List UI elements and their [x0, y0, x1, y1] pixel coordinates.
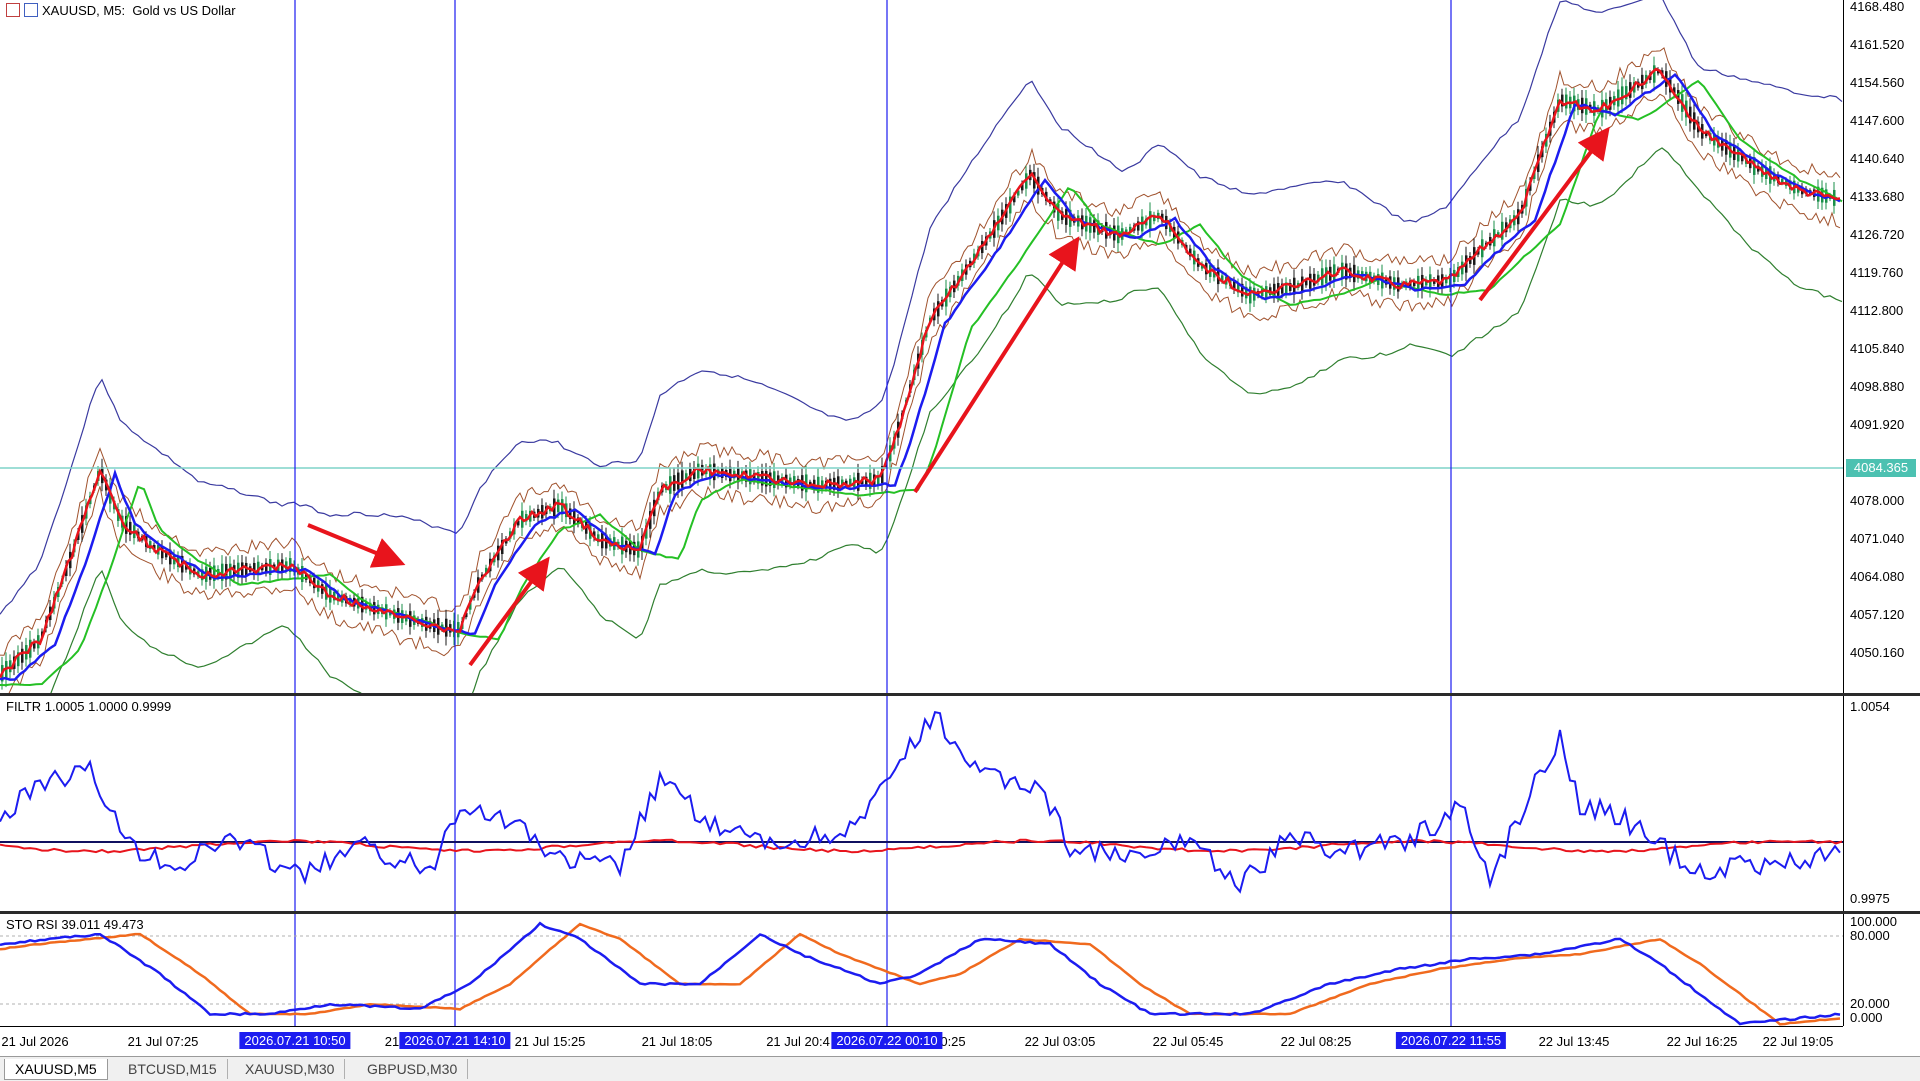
tab-gbpusd-m30[interactable]: GBPUSD,M30 — [357, 1059, 469, 1079]
price-tick-label: 4126.720 — [1850, 227, 1905, 242]
candle-body — [21, 648, 24, 663]
time-axis[interactable]: 21 Jul 2026 21 Jul 07:25 21 21 Jul 15:25… — [0, 1026, 1843, 1057]
price-chart[interactable] — [0, 0, 1843, 693]
price-tick-label: 4105.840 — [1850, 341, 1905, 356]
candle-body — [1333, 264, 1336, 281]
trading-terminal: XAUUSD, M5: Gold vs US Dollar 4168.480 41… — [0, 0, 1920, 1081]
candle-body — [1621, 86, 1624, 105]
price-tick-label: 4168.480 — [1850, 0, 1905, 14]
candle-body — [1341, 262, 1344, 279]
sto-rsi-k-line — [0, 921, 1841, 1026]
candle-body — [1093, 220, 1096, 233]
tab-btcusd-m15[interactable]: BTCUSD,M15 — [118, 1059, 228, 1079]
trend-arrow — [307, 523, 406, 568]
time-label: 22 Jul 05:45 — [1152, 1034, 1224, 1049]
filtr-main-line — [0, 711, 1841, 894]
sto-rsi-pane[interactable]: STO RSI 39.011 49.473 — [0, 914, 1843, 1026]
time-label: 22 Jul 03:05 — [1024, 1034, 1096, 1049]
rsi-scale-0: 0.000 — [1850, 1010, 1883, 1025]
rsi-scale-20: 20.000 — [1850, 996, 1890, 1011]
filtr-label: FILTR 1.0005 1.0000 0.9999 — [6, 699, 172, 714]
candle-body — [321, 584, 324, 594]
session-marker-label: 2026.07.21 10:50 — [239, 1032, 351, 1049]
candle-body — [1565, 94, 1568, 109]
session-marker-label: 2026.07.22 11:55 — [1395, 1032, 1507, 1049]
envelope-lower — [8, 93, 1841, 693]
candle-body — [1149, 211, 1152, 229]
sto-rsi-scale[interactable]: 100.000 80.000 20.000 0.000 — [1843, 914, 1920, 1026]
time-label: 21 Jul 2026 — [1, 1034, 69, 1049]
main-chart-pane[interactable]: XAUUSD, M5: Gold vs US Dollar — [0, 0, 1843, 693]
price-tick-label: 4112.800 — [1850, 303, 1904, 318]
candle-body — [9, 660, 12, 673]
price-tick-label: 4161.520 — [1850, 37, 1905, 52]
price-tick-label: 4147.600 — [1850, 113, 1905, 128]
candle-body — [1737, 149, 1740, 162]
time-label: 22 Jul 16:25 — [1666, 1034, 1738, 1049]
sto-rsi-label: STO RSI 39.011 49.473 — [6, 917, 144, 932]
price-tick-label: 4057.120 — [1850, 607, 1905, 622]
slow-moving-average — [0, 79, 1843, 687]
filtr-scale[interactable]: 1.0054 0.9975 — [1843, 696, 1920, 911]
time-label: 0:25 — [940, 1034, 966, 1049]
price-tick-label: 4064.080 — [1850, 569, 1905, 584]
price-tick-label: 4154.560 — [1850, 75, 1905, 90]
tab-xauusd-m5[interactable]: XAUUSD,M5 — [4, 1059, 108, 1080]
candle-body — [1653, 65, 1656, 83]
candle-body — [697, 463, 700, 479]
price-tick-label: 4078.000 — [1850, 493, 1905, 508]
price-tick-label: 4050.160 — [1850, 645, 1905, 660]
fast-moving-average — [0, 67, 1841, 679]
time-label: 22 Jul 13:45 — [1538, 1034, 1610, 1049]
current-price-tag: 4084.365 — [1846, 459, 1916, 477]
filtr-scale-bottom: 0.9975 — [1850, 891, 1890, 906]
filtr-indicator-pane[interactable]: FILTR 1.0005 1.0000 0.9999 — [0, 696, 1843, 911]
sto-rsi-chart — [0, 914, 1843, 1026]
rsi-scale-100: 100.000 — [1850, 914, 1897, 929]
price-tick-label: 4133.680 — [1850, 189, 1905, 204]
filtr-chart — [0, 696, 1843, 911]
session-marker-label: 2026.07.21 14:10 — [399, 1032, 511, 1049]
time-label: 22 Jul 08:25 — [1280, 1034, 1352, 1049]
price-tick-label: 4091.920 — [1850, 417, 1905, 432]
indicator-list-icon — [24, 3, 38, 17]
candle-body — [1057, 203, 1060, 221]
time-label: 21 — [384, 1034, 400, 1049]
time-label: 21 Jul 15:25 — [514, 1034, 586, 1049]
rsi-scale-80: 80.000 — [1850, 928, 1890, 943]
price-tick-label: 4071.040 — [1850, 531, 1905, 546]
time-label: 22 Jul 19:05 — [1762, 1034, 1834, 1049]
candle-body — [1313, 273, 1316, 286]
chart-description: Gold vs US Dollar — [132, 3, 236, 18]
time-label: 21 Jul 07:25 — [127, 1034, 199, 1049]
price-tick-label: 4098.880 — [1850, 379, 1905, 394]
time-label: 21 Jul 20:4 — [766, 1034, 830, 1049]
session-marker-label: 2026.07.22 00:10 — [831, 1032, 943, 1049]
filtr-scale-top: 1.0054 — [1850, 699, 1890, 714]
candle-body — [557, 499, 560, 512]
candle-body — [681, 470, 684, 488]
candle-body — [677, 472, 680, 490]
price-tick-label: 4119.760 — [1850, 265, 1904, 280]
price-tick-label: 4140.640 — [1850, 151, 1905, 166]
chart-tab-bar: XAUUSD,M5 BTCUSD,M15 XAUUSD,M30 GBPUSD,M… — [0, 1056, 1920, 1081]
main-price-scale[interactable]: 4168.480 4161.520 4154.560 4147.600 4140.640… — [1843, 0, 1920, 693]
chart-window-icon — [6, 3, 20, 17]
chart-symbol: XAUUSD, M5: — [42, 3, 126, 18]
bollinger-lower-band — [50, 147, 1843, 693]
chart-title: XAUUSD, M5: Gold vs US Dollar — [6, 3, 236, 18]
time-label: 21 Jul 18:05 — [641, 1034, 713, 1049]
tab-xauusd-m30[interactable]: XAUUSD,M30 — [235, 1059, 346, 1079]
candle-body — [1641, 74, 1644, 90]
